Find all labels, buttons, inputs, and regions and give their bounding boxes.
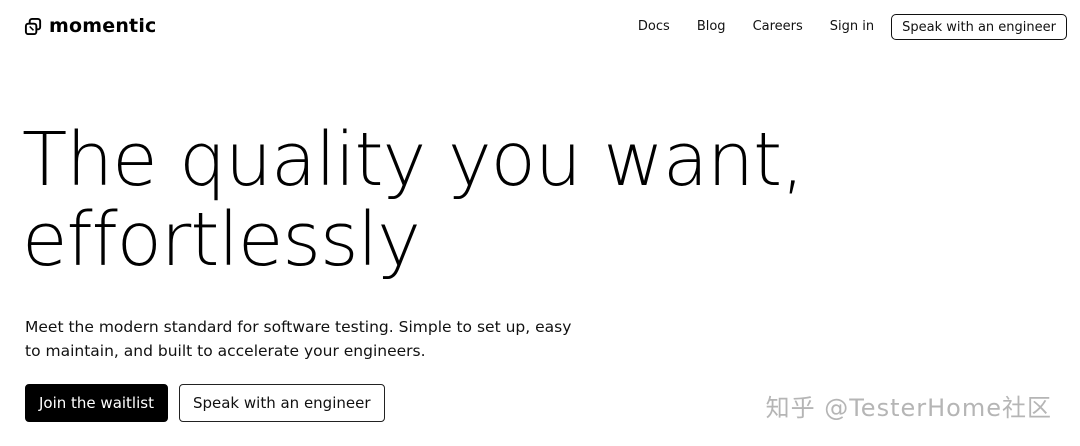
momentic-logo-icon xyxy=(24,17,42,35)
hero-title: The quality you want, effortlessly xyxy=(22,120,1022,280)
watermark-text: 知乎 @TesterHome社区 xyxy=(765,394,1052,422)
nav-link-careers[interactable]: Careers xyxy=(753,13,803,41)
hero-actions: Join the waitlist Speak with an engineer xyxy=(25,384,385,422)
landing-page: momentic Docs Blog Careers Sign in Speak… xyxy=(0,0,1080,446)
nav-link-docs[interactable]: Docs xyxy=(638,13,670,41)
top-nav: momentic Docs Blog Careers Sign in Speak… xyxy=(0,0,1080,56)
hero-subtitle-line-2: to maintain, and built to accelerate you… xyxy=(25,342,426,360)
hero-subtitle: Meet the modern standard for software te… xyxy=(25,315,585,363)
hero-speak-with-engineer-button[interactable]: Speak with an engineer xyxy=(178,384,385,422)
hero-title-line-1: The quality you want, xyxy=(22,117,805,203)
brand-logo[interactable]: momentic xyxy=(24,14,157,38)
join-waitlist-button[interactable]: Join the waitlist xyxy=(25,384,168,422)
brand-name: momentic xyxy=(49,15,157,37)
nav-link-blog[interactable]: Blog xyxy=(697,13,726,41)
nav-links: Docs Blog Careers Sign in Speak with an … xyxy=(638,13,1067,41)
nav-speak-with-engineer-button[interactable]: Speak with an engineer xyxy=(891,14,1067,40)
hero-title-line-2: effortlessly xyxy=(22,197,421,283)
nav-link-sign-in[interactable]: Sign in xyxy=(830,13,874,41)
hero-subtitle-line-1: Meet the modern standard for software te… xyxy=(25,318,572,336)
